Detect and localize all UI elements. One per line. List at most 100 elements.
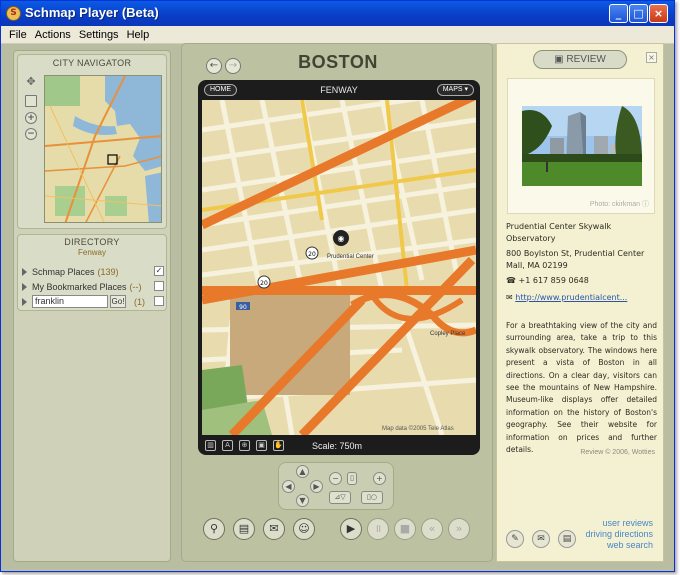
search-checkbox[interactable] — [154, 296, 164, 306]
directory-row-schmap-places[interactable]: Schmap Places (139) ✓ — [22, 265, 164, 278]
close-button[interactable]: × — [649, 4, 668, 23]
place-description: For a breathtaking view of the city and … — [506, 321, 657, 455]
hand-tool-icon[interactable]: ✋ — [273, 440, 284, 451]
app-window: S Schmap Player (Beta) _ □ × File Action… — [0, 0, 675, 572]
zoom-slider[interactable]: ▯ — [347, 472, 357, 485]
search-button[interactable]: ⚲ — [203, 518, 225, 540]
fast-forward-button[interactable]: » — [448, 518, 470, 540]
directory-title: DIRECTORY — [64, 237, 120, 247]
close-panel-icon[interactable]: × — [646, 52, 657, 63]
expand-triangle-icon[interactable] — [22, 282, 27, 291]
url-row: ✉ http://www.prudentialcent... — [506, 292, 656, 304]
expand-triangle-icon[interactable] — [22, 297, 27, 306]
zoom-in-icon[interactable]: + — [25, 112, 37, 124]
map-data-credit: Map data ©2005 Tele Atlas — [382, 425, 454, 432]
mini-map[interactable] — [44, 75, 162, 223]
window-title: Schmap Player (Beta) — [25, 5, 159, 20]
pan-right-icon[interactable]: ▶ — [310, 480, 323, 493]
print-icon[interactable]: ▤ — [558, 530, 576, 548]
map-controls: ▲ ▼ ◀ ▶ − ▯ + ⊿▽ ▯○ — [278, 462, 394, 510]
city-navigator-title: CITY NAVIGATOR — [52, 58, 132, 68]
route-90-shield: 90 — [239, 304, 247, 311]
email-icon: ✉ — [506, 293, 516, 302]
email-button[interactable]: ✉ — [263, 518, 285, 540]
photo-credit: Photo: ckirkman ⓘ — [589, 201, 649, 208]
row-checkbox[interactable] — [154, 281, 164, 291]
camera-icon: ▣ — [554, 54, 567, 65]
go-button[interactable]: Go! — [110, 295, 126, 308]
walk-tool-icon[interactable]: A — [222, 440, 233, 451]
title-bar[interactable]: S Schmap Player (Beta) _ □ × — [1, 1, 674, 26]
minimize-button[interactable]: _ — [609, 4, 628, 23]
play-button[interactable]: ▶ — [340, 518, 362, 540]
pause-button[interactable]: ॥ — [367, 518, 389, 540]
photo-box: Photo: ckirkman ⓘ — [507, 78, 655, 214]
rewind-button[interactable]: « — [421, 518, 443, 540]
maps-dropdown[interactable]: MAPS ▾ — [436, 84, 474, 96]
print-button[interactable]: ▤ — [233, 518, 255, 540]
edit-icon[interactable]: ✎ — [506, 530, 524, 548]
map-toolbar: ▥ A ⊕ ▣ ✋ Scale: 750m — [198, 436, 480, 454]
select-tool-icon[interactable]: ▣ — [256, 440, 267, 451]
map-frame: HOME FENWAY MAPS ▾ 20 20 90 ◉ Prudential… — [198, 80, 480, 455]
schmap-app-icon: S — [6, 6, 21, 21]
route-20-shield-a: 20 — [308, 251, 316, 258]
phone-row: ☎ +1 617 859 0648 — [506, 275, 656, 287]
row-checkbox[interactable]: ✓ — [154, 266, 164, 276]
view-toggle-button[interactable]: ▯○ — [361, 491, 383, 504]
review-panel: ▣ REVIEW × Photo: ckirkman ⓘ Prudential … — [496, 43, 664, 562]
info-icon[interactable]: ⓘ — [642, 201, 649, 208]
place-photo[interactable] — [522, 106, 642, 186]
route-20-shield-b: 20 — [260, 280, 268, 287]
review-button[interactable]: ▣ REVIEW — [533, 50, 627, 69]
copley-label: Copley Place — [430, 331, 466, 337]
place-name: Prudential Center Skywalk Observatory — [506, 222, 612, 243]
driving-directions-link[interactable]: driving directions — [585, 529, 653, 539]
menu-settings[interactable]: Settings — [75, 29, 123, 41]
tilt-button[interactable]: ⊿▽ — [329, 491, 351, 504]
pan-left-icon[interactable]: ◀ — [282, 480, 295, 493]
review-label: REVIEW — [566, 54, 606, 65]
camera-poi-icon[interactable]: ◉ — [338, 234, 345, 243]
search-count: (1) — [134, 296, 145, 307]
target-tool-icon[interactable]: ⊕ — [239, 440, 250, 451]
user-reviews-link[interactable]: user reviews — [602, 518, 653, 528]
city-navigator: CITY NAVIGATOR ✥ + − — [17, 54, 167, 229]
stop-button[interactable]: ■ — [394, 518, 416, 540]
menu-bar: File Actions Settings Help — [1, 26, 674, 44]
map-scale: Scale: 750m — [312, 441, 363, 451]
address-line-2: Mall, MA 02199 — [506, 261, 568, 270]
zoom-box-icon[interactable] — [25, 95, 37, 107]
email-icon[interactable]: ✉ — [532, 530, 550, 548]
zoom-out-button[interactable]: − — [329, 472, 342, 485]
city-title: BOSTON — [298, 52, 378, 72]
grid-tool-icon[interactable]: ▥ — [205, 440, 216, 451]
directory-row-search: franklin Go! (1) — [22, 295, 164, 308]
phone-number: +1 617 859 0648 — [518, 276, 589, 285]
pan-icon[interactable]: ✥ — [25, 76, 37, 89]
row-count: (--) — [129, 281, 142, 292]
phone-icon: ☎ — [506, 276, 519, 285]
directory: DIRECTORY Fenway Schmap Places (139) ✓ M… — [17, 234, 167, 311]
street-map[interactable]: 20 20 90 ◉ Prudential Center Copley Plac… — [202, 100, 476, 435]
website-link[interactable]: http://www.prudentialcent... — [515, 293, 627, 302]
map-header: HOME FENWAY MAPS ▾ — [198, 82, 480, 98]
row-label: My Bookmarked Places — [32, 281, 127, 292]
menu-file[interactable]: File — [5, 29, 31, 41]
maximize-button[interactable]: □ — [629, 4, 648, 23]
directory-row-bookmarked-places[interactable]: My Bookmarked Places (--) — [22, 280, 164, 293]
zoom-in-button[interactable]: + — [373, 472, 386, 485]
walk-button[interactable]: ☺ — [293, 518, 315, 540]
poi-label: Prudential Center — [327, 254, 374, 260]
row-label: Schmap Places — [32, 266, 95, 277]
zoom-out-icon[interactable]: − — [25, 128, 37, 140]
pan-down-icon[interactable]: ▼ — [296, 494, 309, 507]
web-search-link[interactable]: web search — [607, 540, 653, 550]
expand-triangle-icon[interactable] — [22, 267, 27, 276]
pan-up-icon[interactable]: ▲ — [296, 465, 309, 478]
row-count: (139) — [97, 266, 119, 277]
menu-actions[interactable]: Actions — [31, 29, 75, 41]
menu-help[interactable]: Help — [123, 29, 154, 41]
search-input[interactable]: franklin — [32, 295, 108, 308]
review-copyright: Review © 2006, Wotties — [580, 449, 655, 456]
